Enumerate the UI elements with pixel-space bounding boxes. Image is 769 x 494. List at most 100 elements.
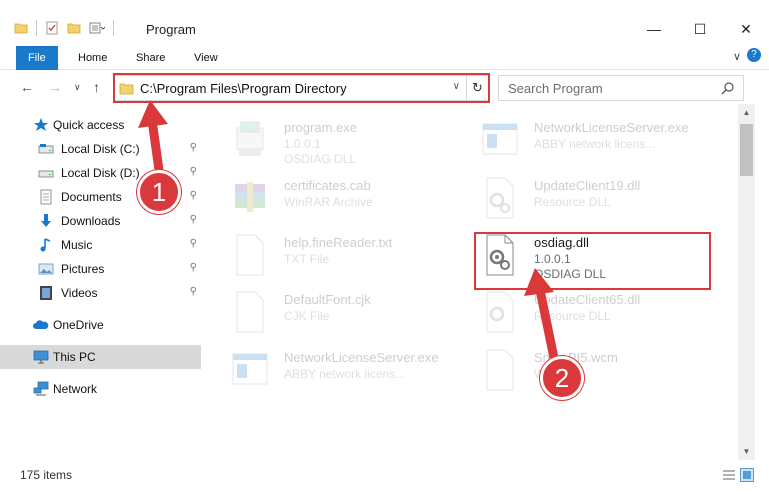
back-button[interactable]: ← <box>20 79 34 95</box>
sidebar-item-local-disk-c[interactable]: Local Disk (C:) ⚲ <box>0 137 201 161</box>
file-type: ABBY network licens... <box>534 137 656 151</box>
large-icons-view-icon[interactable] <box>740 468 754 482</box>
file-name: NetworkLicenseServer.exe <box>284 350 439 365</box>
pc-icon <box>33 350 49 364</box>
expand-ribbon-icon[interactable]: ∨ <box>733 50 741 63</box>
close-button[interactable]: ✕ <box>723 14 769 44</box>
vertical-scrollbar[interactable]: ▲ ▼ <box>738 104 755 460</box>
up-button[interactable]: ↑ <box>93 79 100 95</box>
tab-file[interactable]: File <box>16 46 58 70</box>
sidebar-item-label: Local Disk (C:) <box>61 142 140 156</box>
app-window-icon <box>482 123 518 155</box>
file-type: ABBY network licens... <box>284 367 406 381</box>
dll-gear-icon <box>486 291 514 333</box>
recent-locations-button[interactable]: ∨ <box>74 82 81 93</box>
file-description: OSDIAG DLL <box>284 152 357 166</box>
pin-icon: ⚲ <box>189 286 197 297</box>
file-item-updateclient19-dll[interactable]: UpdateClient19.dll Resource DLL <box>455 168 695 222</box>
pin-icon: ⚲ <box>189 190 197 201</box>
file-name: UpdateClient19.dll <box>534 178 641 193</box>
file-item-network-license-server[interactable]: NetworkLicenseServer.exe ABBY network li… <box>455 110 695 164</box>
scroll-thumb[interactable] <box>740 124 753 176</box>
tab-share[interactable]: Share <box>124 46 177 70</box>
network-icon <box>33 381 49 396</box>
osdiag-highlight-box <box>474 232 711 290</box>
toolbar-divider <box>113 20 114 36</box>
search-input[interactable] <box>508 77 718 99</box>
winrar-icon <box>235 182 265 212</box>
file-item-help-finereader-txt[interactable]: help.fineReader.txt TXT File <box>205 225 445 279</box>
sidebar-item-label: Network <box>53 382 98 396</box>
scroll-up-button[interactable]: ▲ <box>738 104 755 121</box>
pin-icon: ⚲ <box>189 142 197 153</box>
pin-icon: ⚲ <box>189 214 197 225</box>
ribbon-tabs: File Home Share View ∨ ? <box>0 46 769 70</box>
drive-icon <box>38 144 54 154</box>
tab-view[interactable]: View <box>182 46 230 70</box>
sidebar-item-network[interactable]: Network <box>0 377 201 401</box>
title-bar: Program — ☐ ✕ <box>0 0 769 46</box>
file-item-defaultfont-cjk[interactable]: DefaultFont.cjk CJK File <box>205 282 445 336</box>
file-type: CJK File <box>284 309 330 323</box>
details-view-icon[interactable] <box>722 468 736 482</box>
sidebar-item-label: Videos <box>61 286 98 300</box>
sidebar-item-label: Pictures <box>61 262 105 276</box>
documents-icon <box>40 189 52 205</box>
sidebar-item-label: Documents <box>61 190 122 204</box>
forward-button[interactable]: → <box>48 79 62 95</box>
sidebar-item-pictures[interactable]: Pictures ⚲ <box>0 257 201 281</box>
item-count: 175 items <box>20 468 73 482</box>
customize-icon[interactable] <box>89 21 105 35</box>
folder-icon[interactable] <box>14 21 28 35</box>
file-explorer-window: Program — ☐ ✕ File Home Share View ∨ ? ←… <box>0 0 769 494</box>
sidebar-item-label: Downloads <box>61 214 121 228</box>
window-controls: — ☐ ✕ <box>631 14 769 44</box>
properties-icon[interactable] <box>45 21 59 35</box>
pin-icon: ⚲ <box>189 238 197 249</box>
new-folder-icon[interactable] <box>67 21 81 35</box>
search-box[interactable] <box>498 75 744 101</box>
step-1-badge: 1 <box>137 170 181 214</box>
maximize-button[interactable]: ☐ <box>677 14 723 44</box>
sidebar-item-label: Quick access <box>53 118 125 132</box>
step-2-badge: 2 <box>540 356 584 400</box>
text-file-icon <box>236 234 264 276</box>
file-item-certificates-cab[interactable]: certificates.cab WinRAR Archive <box>205 168 445 222</box>
onedrive-icon <box>33 320 49 329</box>
sidebar-item-downloads[interactable]: Downloads ⚲ <box>0 209 201 233</box>
music-icon <box>40 238 51 252</box>
file-list: program.exe 1.0.0.1 OSDIAG DLL NetworkLi… <box>205 104 738 460</box>
help-icon[interactable]: ? <box>747 48 761 62</box>
file-item-updateclient65-dll[interactable]: UpdateClient65.dll Resource DLL <box>455 282 695 336</box>
status-bar: 175 items <box>0 460 769 494</box>
file-type: Resource DLL <box>534 195 611 209</box>
minimize-button[interactable]: — <box>631 14 677 44</box>
sidebar-item-onedrive[interactable]: OneDrive <box>0 313 201 337</box>
file-item-program-exe[interactable]: program.exe 1.0.0.1 OSDIAG DLL <box>205 110 445 166</box>
sidebar-item-videos[interactable]: Videos ⚲ <box>0 281 201 305</box>
scroll-down-button[interactable]: ▼ <box>738 443 755 460</box>
navigation-bar: ← → ∨ ↑ C:\Program Files\Program Directo… <box>0 72 769 104</box>
sidebar-item-music[interactable]: Music ⚲ <box>0 233 201 257</box>
file-name: certificates.cab <box>284 178 371 193</box>
file-name: DefaultFont.cjk <box>284 292 371 307</box>
file-name: program.exe <box>284 120 357 135</box>
drive-icon <box>38 170 54 178</box>
star-icon <box>34 118 48 131</box>
downloads-icon <box>41 214 51 227</box>
sidebar-item-this-pc[interactable]: This PC <box>0 345 201 369</box>
blank-file-icon <box>236 291 264 333</box>
sidebar-item-label: OneDrive <box>53 318 104 332</box>
program-exe-icon <box>236 121 264 156</box>
file-name: help.fineReader.txt <box>284 235 393 250</box>
file-type: WinRAR Archive <box>284 195 373 209</box>
window-title: Program <box>146 22 196 37</box>
videos-icon <box>40 286 52 300</box>
file-name: NetworkLicenseServer.exe <box>534 120 689 135</box>
tab-home[interactable]: Home <box>66 46 119 70</box>
search-icon[interactable] <box>721 81 735 95</box>
toolbar-divider <box>36 20 37 36</box>
sidebar-item-quick-access[interactable]: Quick access <box>0 113 201 137</box>
file-item-network-license-server-2[interactable]: NetworkLicenseServer.exe ABBY network li… <box>205 340 445 394</box>
blank-file-icon <box>486 349 514 391</box>
